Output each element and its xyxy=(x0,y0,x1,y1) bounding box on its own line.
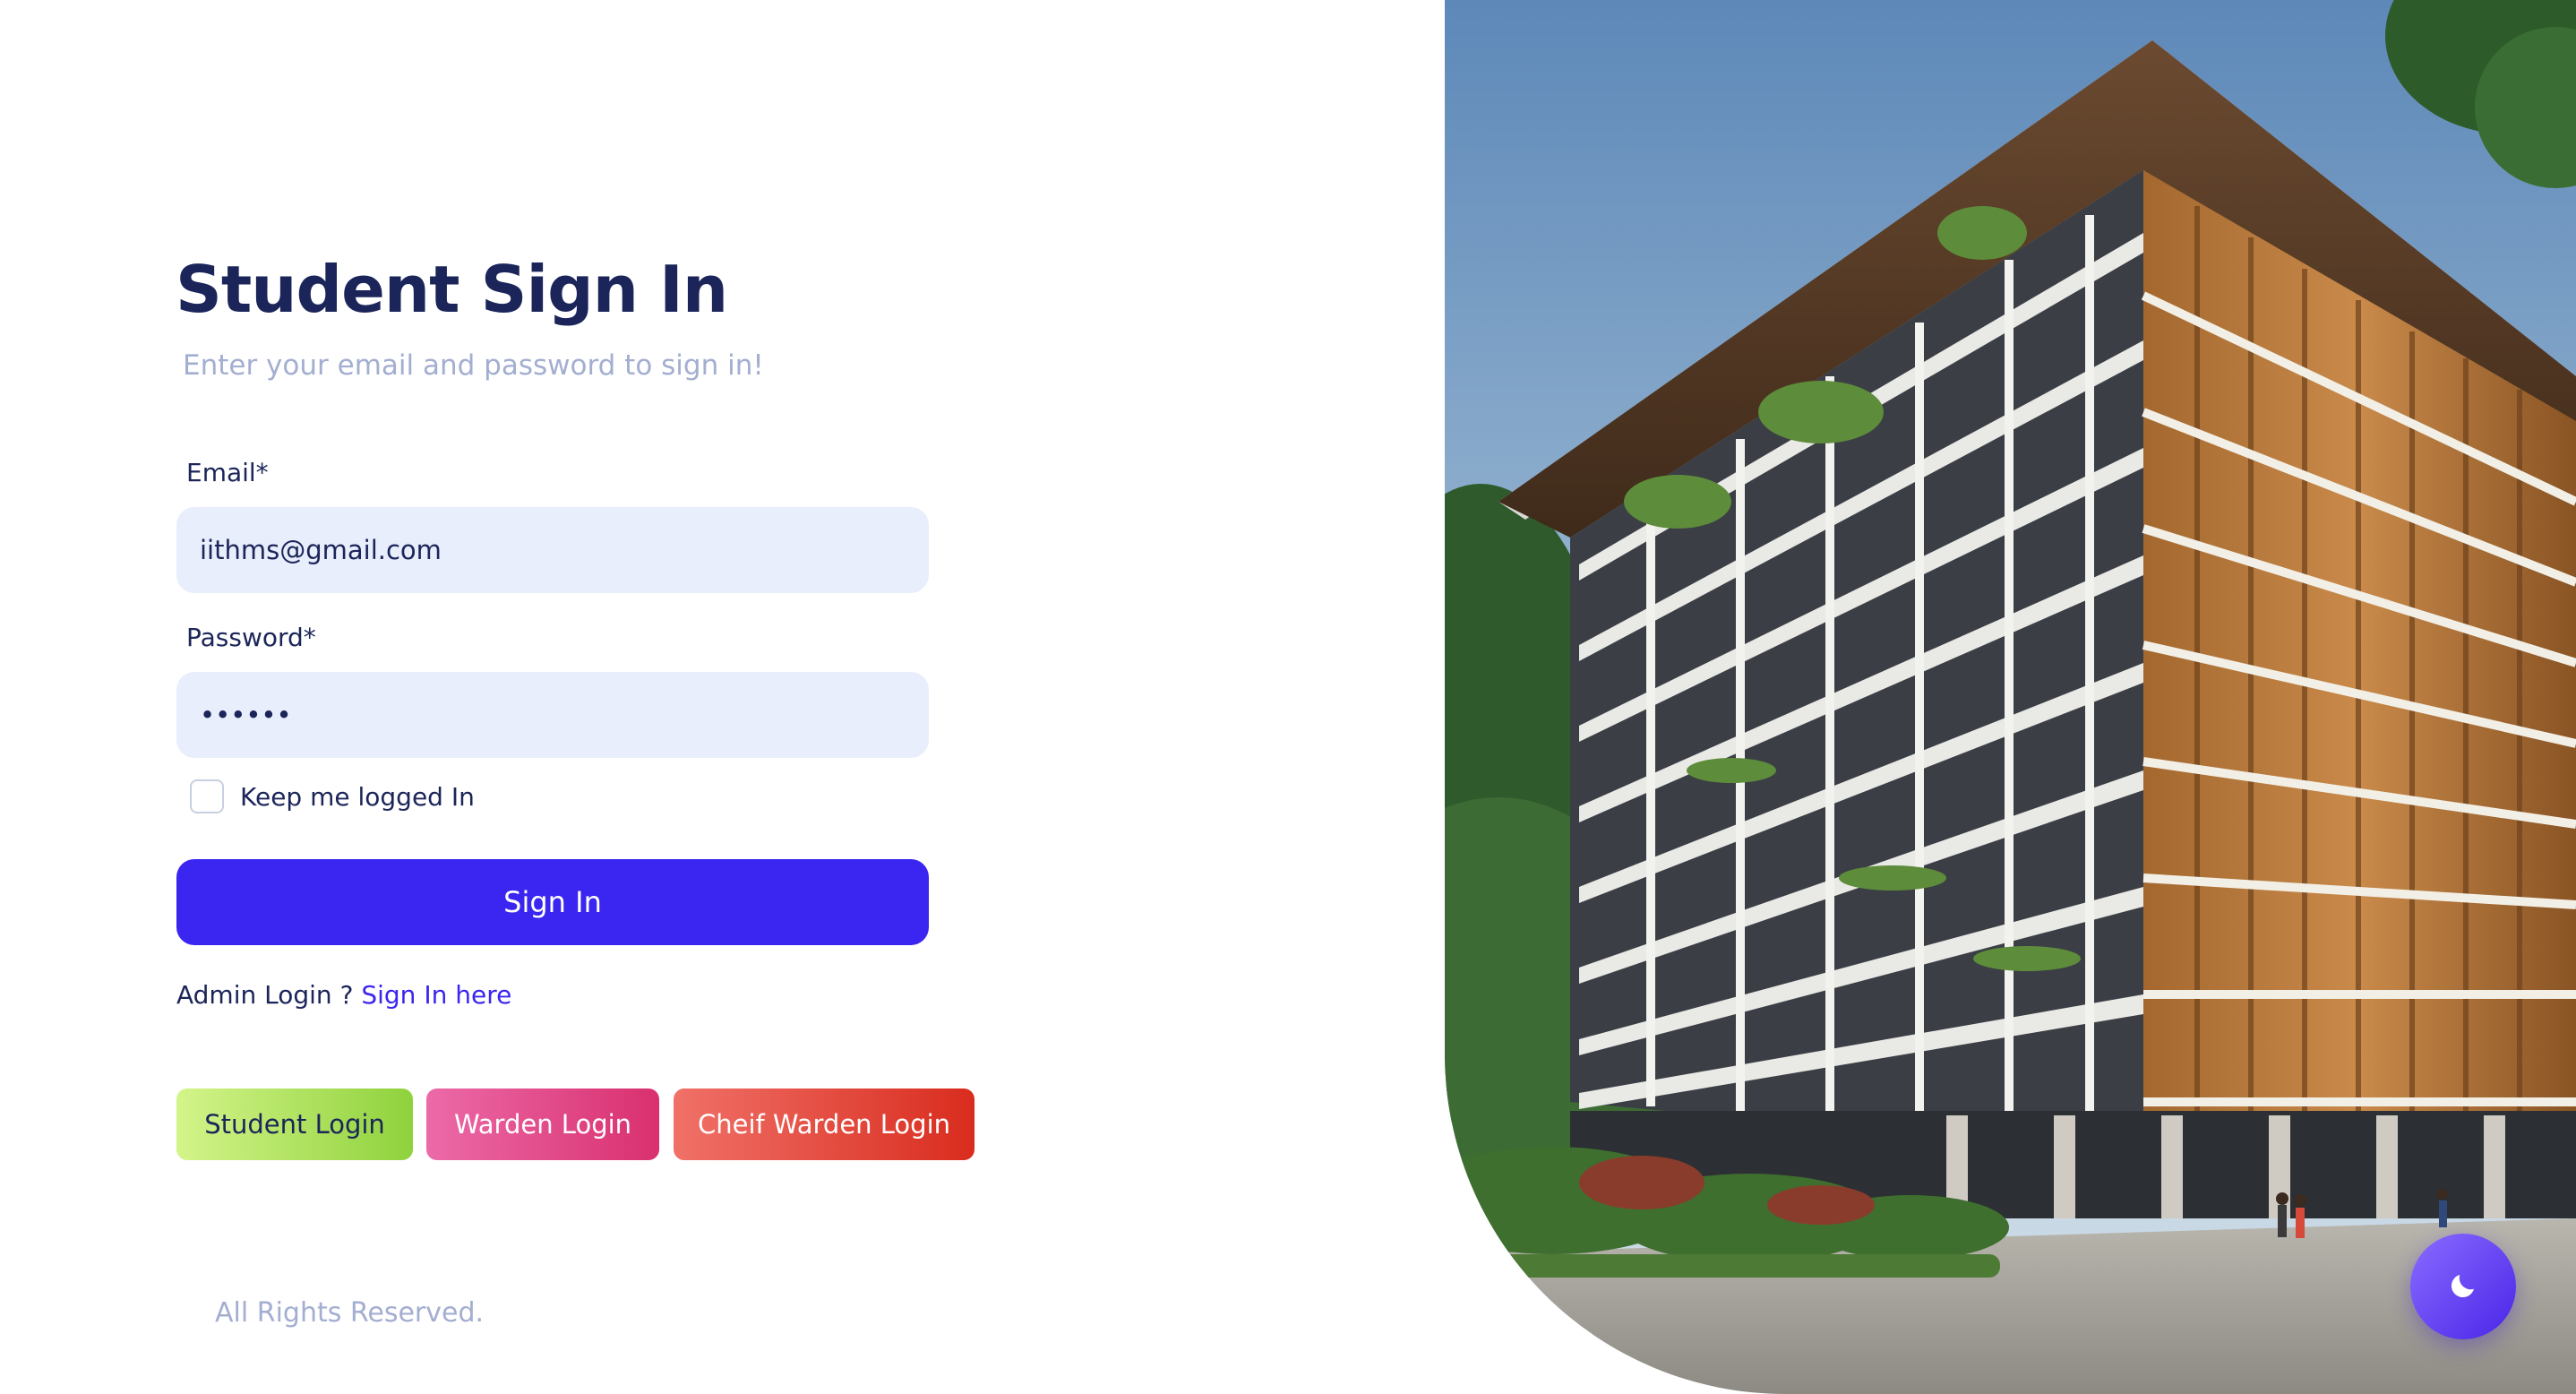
moon-icon xyxy=(2447,1269,2479,1304)
page-subtitle: Enter your email and password to sign in… xyxy=(183,349,764,382)
password-input[interactable] xyxy=(176,672,929,758)
admin-login-prompt: Admin Login ? xyxy=(176,980,354,1010)
password-label: Password* xyxy=(186,623,316,652)
admin-login-row: Admin Login ? Sign In here xyxy=(176,980,511,1010)
warden-login-button[interactable]: Warden Login xyxy=(426,1089,659,1160)
email-label: Email* xyxy=(186,458,269,487)
sign-in-button[interactable]: Sign In xyxy=(176,859,929,945)
keep-logged-in-label: Keep me logged In xyxy=(240,781,475,812)
keep-logged-in-row[interactable]: Keep me logged In xyxy=(190,779,475,813)
sign-in-page: Student Sign In Enter your email and pas… xyxy=(0,0,2576,1394)
email-input[interactable] xyxy=(176,507,929,593)
admin-sign-in-link[interactable]: Sign In here xyxy=(361,980,511,1010)
chief-warden-login-button[interactable]: Cheif Warden Login xyxy=(674,1089,975,1160)
hero-building-image xyxy=(1445,0,2576,1394)
keep-logged-in-checkbox[interactable] xyxy=(190,779,224,813)
footer-copyright: All Rights Reserved. xyxy=(215,1297,485,1329)
student-login-button[interactable]: Student Login xyxy=(176,1089,413,1160)
theme-toggle-button[interactable] xyxy=(2410,1234,2516,1339)
page-title: Student Sign In xyxy=(176,252,728,327)
